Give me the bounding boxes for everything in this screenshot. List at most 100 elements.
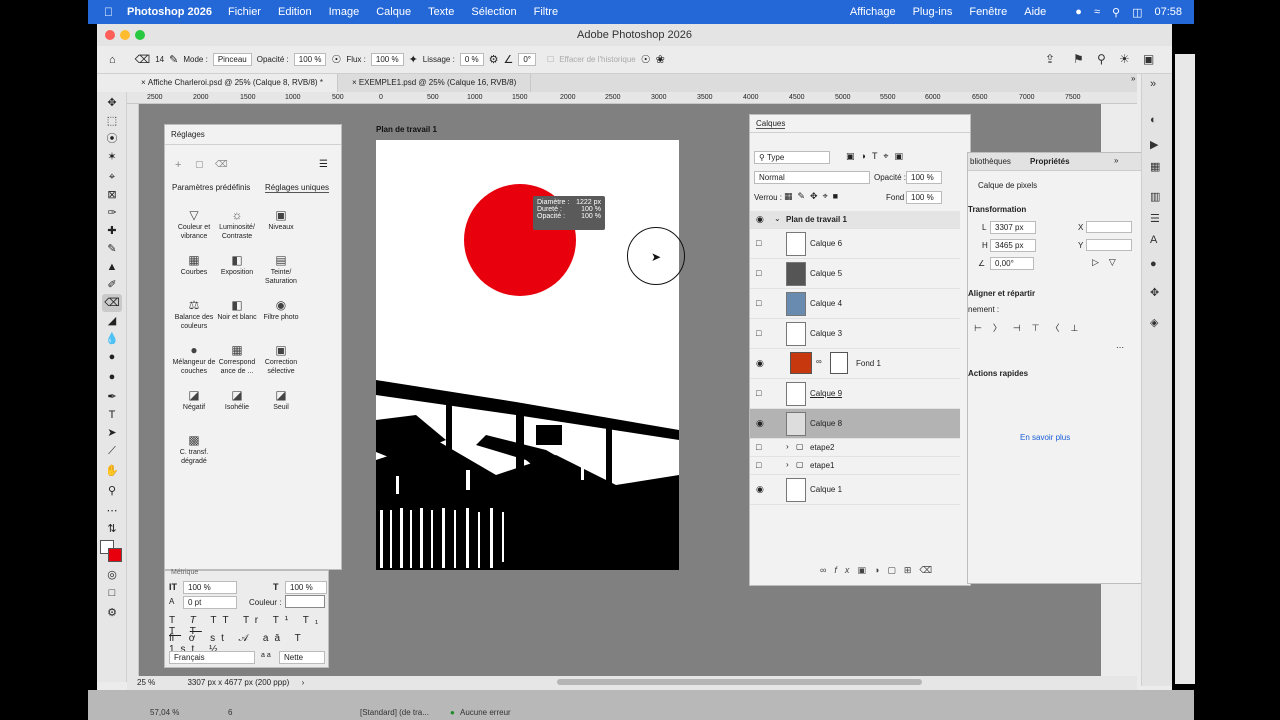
kerning-select[interactable]: Métrique <box>171 569 198 576</box>
learn-more-link[interactable]: En savoir plus <box>1020 433 1070 442</box>
pressure-size-icon[interactable]: ☉ <box>641 53 651 66</box>
symmetry-icon[interactable]: ❀ <box>656 53 665 66</box>
tab-affiche-charleroi[interactable]: × Affiche Charleroi.psd @ 25% (Calque 8,… <box>127 74 338 92</box>
adj-exposition[interactable]: ◧ Exposition <box>213 252 261 277</box>
group-row[interactable]: □ › ▢ etape1 <box>750 457 960 475</box>
play-icon[interactable]: ▶ <box>1150 138 1158 151</box>
eraser-tool-icon[interactable]: ⌫ <box>102 294 122 312</box>
frame-tool-icon[interactable]: ⊠ <box>102 186 122 204</box>
visibility-toggle[interactable]: □ <box>756 298 766 308</box>
chevron-right-icon[interactable]: › <box>786 442 789 451</box>
tab-presets[interactable]: Paramètres prédéfinis <box>172 183 250 192</box>
height-input[interactable]: 3465 px <box>990 239 1036 252</box>
adj-filtre-photo[interactable]: ◉ Filtre photo <box>257 297 305 322</box>
layer-filter-select[interactable]: ⚲ Type <box>754 151 830 164</box>
adj-luminosite[interactable]: ☼ Luminosité/ Contraste <box>213 207 261 241</box>
zoom-tool-icon[interactable]: ⚲ <box>102 482 122 500</box>
crop-tool-icon[interactable]: ⌖ <box>102 168 122 186</box>
marquee-tool-icon[interactable]: ⬚ <box>102 112 122 130</box>
chevron-right-icon[interactable]: › <box>786 460 789 469</box>
y-input[interactable] <box>1086 239 1132 251</box>
align-buttons[interactable]: ⊢〉⊣⊤〈⊥ <box>974 321 1089 334</box>
airbrush-icon[interactable]: ✦ <box>409 53 418 66</box>
dodge-tool-icon[interactable]: ● <box>102 348 122 366</box>
more-tools-icon[interactable]: ⋯ <box>102 502 122 520</box>
record-icon[interactable]: ● <box>1075 6 1082 18</box>
tab-properties[interactable]: Propriétés <box>1030 157 1070 166</box>
document-info[interactable]: 3307 px x 4677 px (200 ppp) <box>187 678 289 687</box>
layer-row[interactable]: □ Calque 4 <box>750 289 960 319</box>
menu-filtre[interactable]: Filtre <box>534 6 558 18</box>
link-icon[interactable]: ∞ <box>816 357 822 366</box>
tab-exemple1[interactable]: × EXEMPLE1.psd @ 25% (Calque 16, RVB/8) <box>338 74 532 92</box>
screen-mode-icon[interactable]: □ <box>102 584 122 602</box>
menu-calque[interactable]: Calque <box>376 6 411 18</box>
history-brush-tool-icon[interactable]: ✐ <box>102 276 122 294</box>
baseline-input[interactable]: 0 pt <box>183 596 237 609</box>
close-window-button[interactable] <box>105 30 115 40</box>
menu-image[interactable]: Image <box>329 6 360 18</box>
menu-aide[interactable]: Aide <box>1024 6 1046 18</box>
trash-icon[interactable]: ⌫ <box>215 159 228 170</box>
line-tool-icon[interactable]: ⟋ <box>102 442 122 460</box>
eye-icon[interactable]: ◉ <box>756 484 766 495</box>
filter-icons[interactable]: ▣◑T⌖▣ <box>846 151 909 162</box>
chevron-down-icon[interactable]: ⌄ <box>774 214 781 223</box>
pressure-opacity-icon[interactable]: ☉ <box>331 53 341 66</box>
panel-collapse-icon[interactable]: » <box>1150 78 1156 90</box>
layer-row[interactable]: □ Calque 3 <box>750 319 960 349</box>
tab-single-adjustments[interactable]: Réglages uniques <box>265 183 330 193</box>
folder-icon[interactable]: ▢ <box>195 159 204 170</box>
adjustments-title[interactable]: Réglages <box>165 125 341 145</box>
panel-collapse-icon[interactable]: » <box>1131 74 1135 83</box>
adj-courbes[interactable]: ▦ Courbes <box>170 252 218 277</box>
group-row[interactable]: □ › ▢ etape2 <box>750 439 960 457</box>
hand-tool-icon[interactable]: ✋ <box>102 462 122 480</box>
wifi-icon[interactable]: ≈ <box>1094 6 1100 18</box>
eye-icon[interactable]: ◉ <box>756 358 766 369</box>
horizontal-scrollbar[interactable] <box>557 679 922 685</box>
zoom-window-button[interactable] <box>135 30 145 40</box>
layer-row[interactable]: □ Calque 5 <box>750 259 960 289</box>
burn-tool-icon[interactable]: ● <box>102 368 122 386</box>
layer-row[interactable]: □ Calque 9 <box>750 379 960 409</box>
adj-seuil[interactable]: ◪ Seuil <box>257 387 305 412</box>
more-icon[interactable]: ⋯ <box>1116 343 1124 352</box>
layer-row[interactable]: □ Calque 6 <box>750 229 960 259</box>
visibility-toggle[interactable]: □ <box>756 460 766 470</box>
menu-selection[interactable]: Sélection <box>471 6 516 18</box>
type-tool-icon[interactable]: T <box>102 406 122 424</box>
adj-couleur-vibrance[interactable]: ▽ Couleur et vibrance <box>170 207 218 241</box>
share-icon[interactable]: ⇪ <box>1045 52 1055 66</box>
mode-select[interactable]: Pinceau <box>212 53 252 66</box>
brush-tool-icon[interactable]: ✎ <box>102 240 122 258</box>
visibility-toggle[interactable]: □ <box>756 442 766 452</box>
brush-size[interactable]: 14 <box>155 55 164 64</box>
list-view-icon[interactable]: ☰ <box>319 159 328 170</box>
menu-plugins[interactable]: Plug-ins <box>913 6 953 18</box>
vertical-scale-input[interactable]: 100 % <box>183 581 237 594</box>
flip-icons[interactable]: ▷▽ <box>1092 257 1126 268</box>
character-icon[interactable]: A <box>1150 234 1157 246</box>
artboard-label[interactable]: Plan de travail 1 <box>376 125 437 134</box>
menu-edition[interactable]: Edition <box>278 6 312 18</box>
language-select[interactable]: Français <box>169 651 255 664</box>
adj-gradient-map[interactable]: ▩ C. transf. dégradé <box>170 432 218 466</box>
lasso-tool-icon[interactable]: ⦿ <box>102 130 122 148</box>
search-icon[interactable]: ⚲ <box>1112 6 1120 19</box>
mask-thumbnail[interactable] <box>830 352 848 374</box>
text-color-swatch[interactable] <box>285 595 325 608</box>
properties-icon[interactable]: ☰ <box>1150 212 1160 225</box>
color-icon[interactable]: ● <box>1150 258 1157 270</box>
blend-mode-select[interactable]: Normal <box>754 171 870 184</box>
adj-correspondance[interactable]: ▦ Correspond ance de ... <box>213 342 261 376</box>
stamp-tool-icon[interactable]: ▲ <box>102 258 122 276</box>
eyedropper-tool-icon[interactable]: ✑ <box>102 204 122 222</box>
chevron-right-icon[interactable]: › <box>302 678 305 687</box>
adj-melangeur[interactable]: ● Mélangeur de couches <box>170 342 218 376</box>
adj-teinte[interactable]: ▤ Teinte/ Saturation <box>257 252 305 286</box>
swap-colors-icon[interactable]: ⇅ <box>102 520 122 538</box>
lissage-input[interactable]: 0 % <box>459 53 484 66</box>
visibility-toggle[interactable]: □ <box>756 238 766 248</box>
apple-icon[interactable]:  <box>104 5 113 19</box>
